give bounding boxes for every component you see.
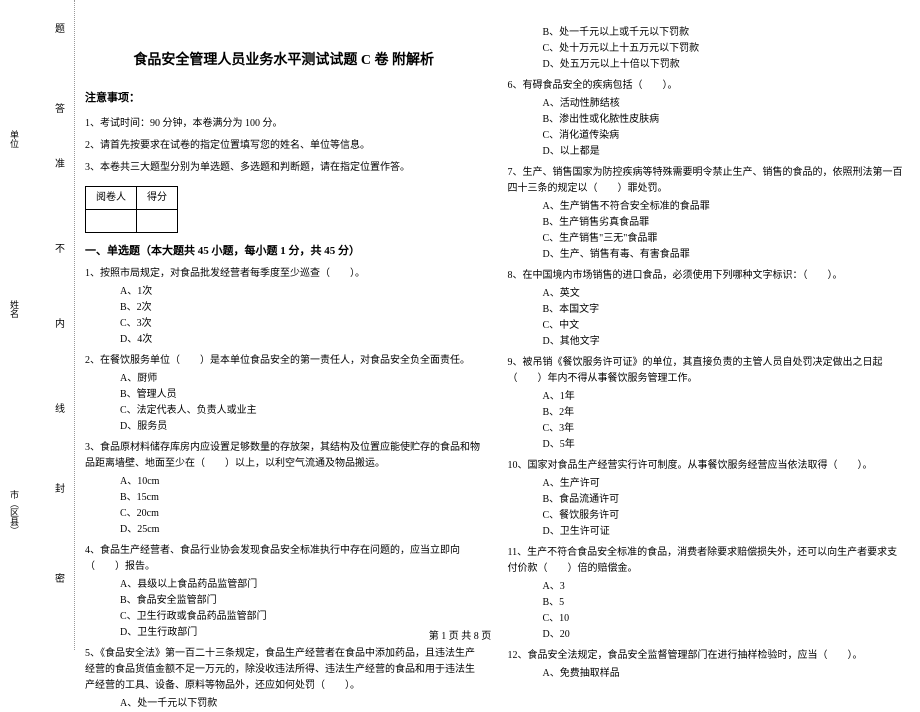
option: B、5: [543, 595, 906, 611]
option: B、食品安全监管部门: [120, 593, 483, 609]
option: C、卫生行政或食品药品监管部门: [120, 609, 483, 625]
binding-margin: 题 答 准 不 内 线 封 密 市（区县） 姓名 单位: [0, 0, 75, 650]
option: A、处一千元以下罚款: [120, 696, 483, 712]
score-header-score: 得分: [137, 186, 178, 209]
option: B、2次: [120, 300, 483, 316]
option: A、3: [543, 579, 906, 595]
option: B、渗出性或化脓性皮肤病: [543, 112, 906, 128]
option: D、服务员: [120, 419, 483, 435]
margin-label-name: 姓名: [8, 300, 21, 318]
option: C、20cm: [120, 506, 483, 522]
option: B、管理人员: [120, 387, 483, 403]
option: C、3年: [543, 421, 906, 437]
option: A、1次: [120, 284, 483, 300]
question-3: 3、食品原材料储存库房内应设置足够数量的存放架，其结构及位置应能使贮存的食品和物…: [85, 440, 483, 472]
option: C、10: [543, 611, 906, 627]
question-4: 4、食品生产经营者、食品行业协会发现食品安全标准执行中存在问题的，应当立即向（ …: [85, 543, 483, 575]
option: C、中文: [543, 318, 906, 334]
option: D、4次: [120, 332, 483, 348]
section1-title: 一、单选题（本大题共 45 小题，每小题 1 分，共 45 分）: [85, 245, 360, 257]
question-8: 8、在中国境内市场销售的进口食品，必须使用下列哪种文字标识：（ ）。: [508, 268, 906, 284]
option: D、生产、销售有毒、有害食品罪: [543, 247, 906, 263]
option: B、食品流通许可: [543, 492, 906, 508]
question-12: 12、食品安全法规定，食品安全监督管理部门在进行抽样检验时，应当（ ）。: [508, 648, 906, 664]
question-9: 9、被吊销《餐饮服务许可证》的单位，其直接负责的主管人员自处罚决定做出之日起（ …: [508, 355, 906, 387]
score-cell: [86, 209, 137, 232]
exam-title: 食品安全管理人员业务水平测试试题 C 卷 附解析: [85, 50, 483, 72]
margin-char: 题: [55, 20, 65, 35]
margin-char: 线: [55, 400, 65, 415]
margin-label-city: 市（区县）: [8, 490, 21, 535]
option: A、10cm: [120, 474, 483, 490]
option: A、厨师: [120, 371, 483, 387]
option: D、20: [543, 627, 906, 643]
option: D、以上都是: [543, 144, 906, 160]
notice-item: 1、考试时间：90 分钟，本卷满分为 100 分。: [85, 116, 483, 132]
option: B、处一千元以上或千元以下罚款: [543, 25, 906, 41]
option: A、活动性肺结核: [543, 96, 906, 112]
option: D、处五万元以上十倍以下罚款: [543, 57, 906, 73]
option: A、1年: [543, 389, 906, 405]
option: C、3次: [120, 316, 483, 332]
notice-item: 3、本卷共三大题型分别为单选题、多选题和判断题，请在指定位置作答。: [85, 160, 483, 176]
option: A、县级以上食品药品监管部门: [120, 577, 483, 593]
left-column: 食品安全管理人员业务水平测试试题 C 卷 附解析 注意事项： 1、考试时间：90…: [85, 15, 483, 712]
margin-char: 封: [55, 480, 65, 495]
question-2: 2、在餐饮服务单位（ ）是本单位食品安全的第一责任人，对食品安全负全面责任。: [85, 353, 483, 369]
right-column: B、处一千元以上或千元以下罚款 C、处十万元以上十五万元以下罚款 D、处五万元以…: [508, 15, 906, 712]
option: B、15cm: [120, 490, 483, 506]
option: A、生产许可: [543, 476, 906, 492]
question-11: 11、生产不符合食品安全标准的食品，消费者除要求赔偿损失外，还可以向生产者要求支…: [508, 545, 906, 577]
option: C、消化道传染病: [543, 128, 906, 144]
question-5: 5、《食品安全法》第一百二十三条规定，食品生产经营者在食品中添加药品，且违法生产…: [85, 646, 483, 694]
option: D、25cm: [120, 522, 483, 538]
option: C、餐饮服务许可: [543, 508, 906, 524]
question-7: 7、生产、销售国家为防控疾病等特殊需要明令禁止生产、销售的食品的，依照刑法第一百…: [508, 165, 906, 197]
score-cell: [137, 209, 178, 232]
option: B、2年: [543, 405, 906, 421]
page-footer: 第 1 页 共 8 页: [429, 627, 492, 642]
margin-char: 准: [55, 155, 65, 170]
option: D、卫生许可证: [543, 524, 906, 540]
option: A、生产销售不符合安全标准的食品罪: [543, 199, 906, 215]
question-10: 10、国家对食品生产经营实行许可制度。从事餐饮服务经营应当依法取得（ ）。: [508, 458, 906, 474]
margin-label-unit: 单位: [8, 130, 21, 148]
score-table: 阅卷人 得分: [85, 186, 178, 233]
question-6: 6、有碍食品安全的疾病包括（ ）。: [508, 78, 906, 94]
notice-heading: 注意事项：: [85, 90, 483, 108]
margin-char: 内: [55, 315, 65, 330]
score-header-reviewer: 阅卷人: [86, 186, 137, 209]
margin-char: 密: [55, 570, 65, 585]
option: D、其他文字: [543, 334, 906, 350]
option: B、本国文字: [543, 302, 906, 318]
page-content: 食品安全管理人员业务水平测试试题 C 卷 附解析 注意事项： 1、考试时间：90…: [85, 15, 905, 712]
option: D、5年: [543, 437, 906, 453]
notice-item: 2、请首先按要求在试卷的指定位置填写您的姓名、单位等信息。: [85, 138, 483, 154]
option: A、英文: [543, 286, 906, 302]
margin-char: 不: [55, 240, 65, 255]
option: C、法定代表人、负责人或业主: [120, 403, 483, 419]
option: C、生产销售"三无"食品罪: [543, 231, 906, 247]
option: B、生产销售劣真食品罪: [543, 215, 906, 231]
option: A、免费抽取样品: [543, 666, 906, 682]
option: C、处十万元以上十五万元以下罚款: [543, 41, 906, 57]
question-1: 1、按照市局规定，对食品批发经营者每季度至少巡查（ ）。: [85, 266, 483, 282]
margin-char: 答: [55, 100, 65, 115]
